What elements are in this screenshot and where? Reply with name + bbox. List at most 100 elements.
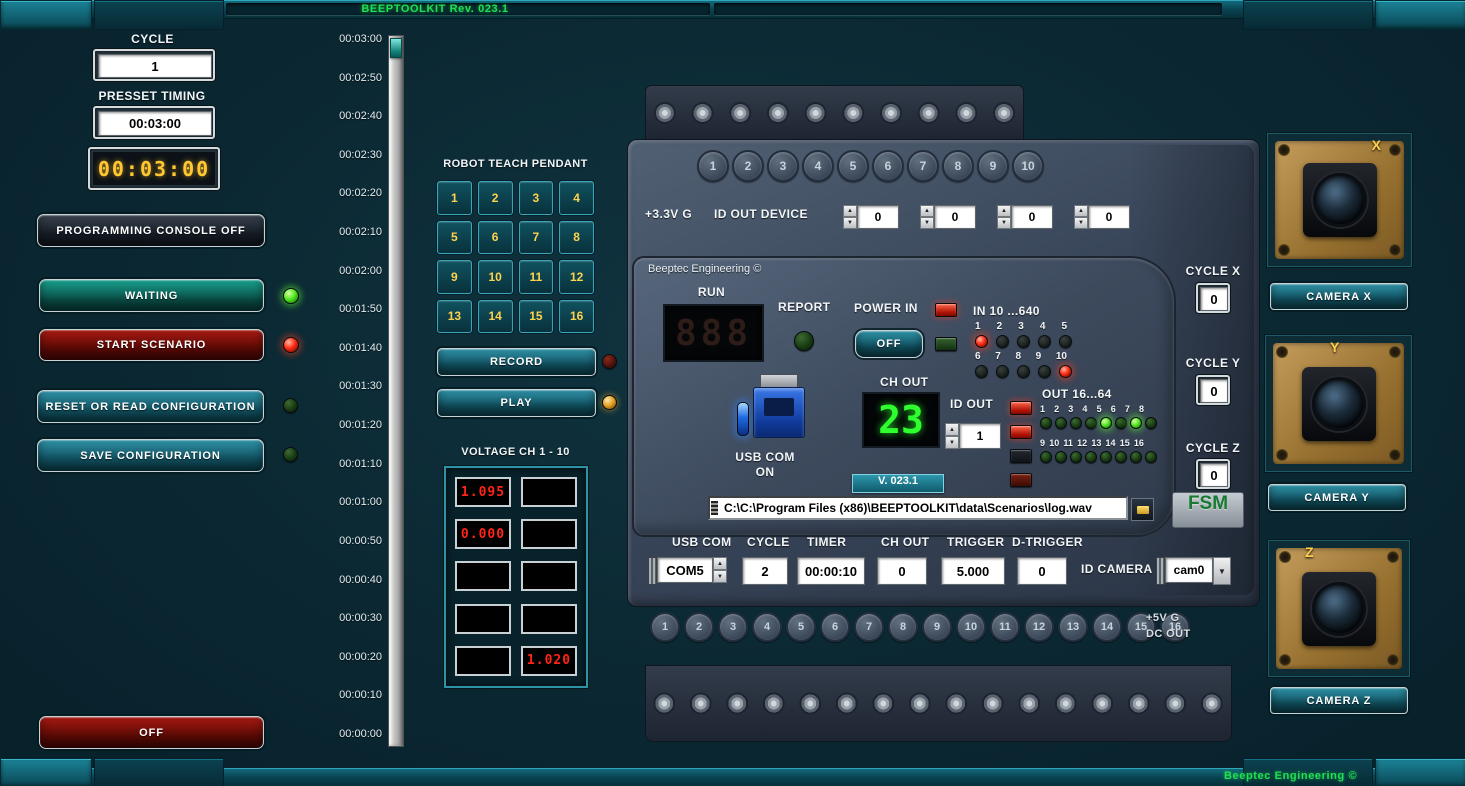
pendant-key[interactable]: 13 <box>437 300 472 334</box>
camera-y-button[interactable]: CAMERA Y <box>1268 484 1406 511</box>
trigger-field[interactable]: 5.000 <box>941 557 1005 585</box>
spin-down-icon[interactable]: ▼ <box>1074 217 1088 229</box>
pendant-key[interactable]: 14 <box>478 300 513 334</box>
pendant-key[interactable]: 4 <box>559 181 594 215</box>
timeline-slider-thumb[interactable] <box>390 38 402 58</box>
spinner-arrows[interactable]: ▲▼ <box>1074 205 1088 229</box>
programming-console-button[interactable]: PROGRAMMING CONSOLE OFF <box>37 214 265 247</box>
id-out-device-spinner[interactable]: ▲▼ 0 <box>920 205 976 229</box>
camera-z-image: Z <box>1268 540 1410 677</box>
pendant-key[interactable]: 7 <box>519 221 554 255</box>
spinner-arrows[interactable]: ▲▼ <box>997 205 1011 229</box>
spin-down-icon[interactable]: ▼ <box>920 217 934 229</box>
out-led <box>1055 451 1067 463</box>
in-led <box>1038 335 1051 348</box>
spin-up-icon[interactable]: ▲ <box>1074 205 1088 217</box>
spin-up-icon[interactable]: ▲ <box>997 205 1011 217</box>
ch-out-label: CH OUT <box>880 375 928 389</box>
camera-select[interactable]: cam0 ▼ <box>1156 557 1231 583</box>
in-channel-number: 5 <box>1061 321 1067 332</box>
preset-timing-value[interactable]: 00:03:00 <box>98 111 212 136</box>
pendant-key[interactable]: 8 <box>559 221 594 255</box>
pendant-key[interactable]: 9 <box>437 260 472 294</box>
spin-down-icon[interactable]: ▼ <box>843 217 857 229</box>
record-button[interactable]: RECORD <box>437 348 596 376</box>
spin-down-icon[interactable]: ▼ <box>713 570 727 583</box>
spin-up-icon[interactable]: ▲ <box>713 557 727 570</box>
power-off-button[interactable]: OFF <box>855 330 923 358</box>
spinner-arrows[interactable]: ▲▼ <box>713 557 727 583</box>
mount-hole <box>1276 346 1288 358</box>
spin-down-icon[interactable]: ▼ <box>997 217 1011 229</box>
voltage-display <box>521 477 577 507</box>
pendant-key[interactable]: 6 <box>478 221 513 255</box>
usb-connector <box>753 374 803 436</box>
in-channel-number: 3 <box>1018 321 1024 332</box>
com-grip-icon <box>648 557 657 585</box>
in-channel-number: 9 <box>1036 351 1042 362</box>
timer-field[interactable]: 00:00:10 <box>797 557 865 585</box>
id-out-device-spinner[interactable]: ▲▼ 0 <box>1074 205 1130 229</box>
id-out-device-value: 0 <box>1088 205 1130 229</box>
save-configuration-button[interactable]: SAVE CONFIGURATION <box>37 439 264 472</box>
in-channel-number: 4 <box>1040 321 1046 332</box>
scenario-path-input[interactable] <box>708 496 1128 520</box>
start-scenario-button[interactable]: START SCENARIO <box>39 329 264 361</box>
settings-label-usb-com: USB COM <box>672 535 731 549</box>
pendant-key[interactable]: 3 <box>519 181 554 215</box>
out-led <box>1040 417 1052 429</box>
cycle-x-label: CYCLE X <box>1180 264 1246 278</box>
preset-timing-field[interactable]: 00:03:00 <box>93 106 215 139</box>
pendant-key[interactable]: 1 <box>437 181 472 215</box>
waiting-button[interactable]: WAITING <box>39 279 264 312</box>
pendant-key[interactable]: 11 <box>519 260 554 294</box>
id-out-device-spinner[interactable]: ▲▼ 0 <box>997 205 1053 229</box>
mount-hole <box>1278 144 1290 156</box>
terminal-number: 8 <box>942 150 974 182</box>
spinner-arrows[interactable]: ▲▼ <box>920 205 934 229</box>
preset-timing-label: PRESSET TIMING <box>88 89 216 103</box>
pendant-key[interactable]: 5 <box>437 221 472 255</box>
camera-z-button[interactable]: CAMERA Z <box>1270 687 1408 714</box>
bottom-terminal-screws <box>645 665 1232 742</box>
pendant-key[interactable]: 2 <box>478 181 513 215</box>
camera-x-button[interactable]: CAMERA X <box>1270 283 1408 310</box>
spin-down-icon[interactable]: ▼ <box>945 436 959 449</box>
spinner-arrows[interactable]: ▲▼ <box>843 205 857 229</box>
spin-up-icon[interactable]: ▲ <box>945 423 959 436</box>
off-button[interactable]: OFF <box>39 716 264 749</box>
timeline-tick: 00:02:40 <box>339 110 382 122</box>
out-led <box>1145 417 1157 429</box>
spin-up-icon[interactable]: ▲ <box>843 205 857 217</box>
mount-hole <box>1389 449 1401 461</box>
id-out-device-spinner[interactable]: ▲▼ 0 <box>843 205 899 229</box>
com-port-value: COM5 <box>657 557 713 583</box>
reset-read-configuration-button[interactable]: RESET OR READ CONFIGURATION <box>37 390 264 423</box>
voltage-title: VOLTAGE CH 1 - 10 <box>437 446 594 458</box>
spinner-arrows[interactable]: ▲▼ <box>945 423 959 449</box>
timeline-tick: 00:02:30 <box>339 149 382 161</box>
pendant-key[interactable]: 15 <box>519 300 554 334</box>
timer-display: 00:03:00 <box>93 152 215 185</box>
pendant-key[interactable]: 12 <box>559 260 594 294</box>
id-out-led <box>1010 449 1032 463</box>
out-led <box>1085 417 1097 429</box>
pendant-key[interactable]: 10 <box>478 260 513 294</box>
com-port-select[interactable]: COM5 ▲▼ <box>648 557 727 583</box>
out-led <box>1145 451 1157 463</box>
spin-up-icon[interactable]: ▲ <box>920 205 934 217</box>
id-out-spinner[interactable]: ▲▼ 1 <box>945 423 1001 449</box>
out-channel-number: 5 <box>1097 404 1102 414</box>
dropdown-arrow-icon[interactable]: ▼ <box>1213 557 1231 585</box>
play-button[interactable]: PLAY <box>437 389 596 417</box>
timeline-slider-track[interactable] <box>388 35 404 747</box>
browse-button[interactable] <box>1131 498 1154 521</box>
out-row1-leds <box>1040 417 1157 429</box>
cycle-field[interactable]: 2 <box>742 557 788 585</box>
ch-out-field[interactable]: 0 <box>877 557 927 585</box>
timeline-tick: 00:00:30 <box>339 612 382 624</box>
terminal-number: 9 <box>977 150 1009 182</box>
d-trigger-field[interactable]: 0 <box>1017 557 1067 585</box>
pendant-key[interactable]: 16 <box>559 300 594 334</box>
camera-lens <box>1313 173 1367 227</box>
